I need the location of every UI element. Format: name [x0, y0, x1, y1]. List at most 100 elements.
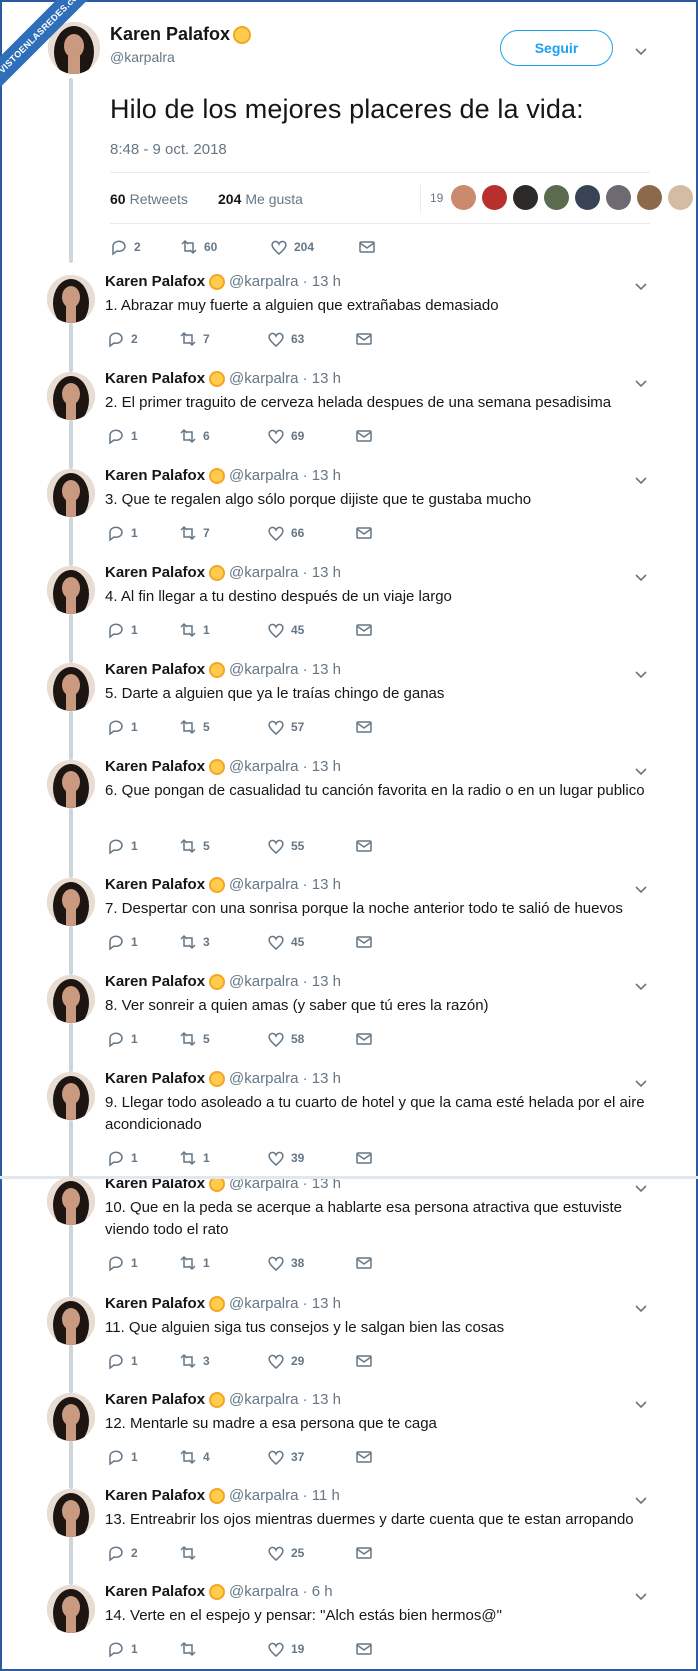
- message-action[interactable]: [358, 238, 376, 256]
- reply-avatar[interactable]: [47, 566, 95, 614]
- reply-author-name[interactable]: Karen Palafox: [105, 564, 205, 581]
- message-action[interactable]: [355, 1640, 373, 1658]
- reply-author-name[interactable]: Karen Palafox: [105, 370, 205, 387]
- author-handle[interactable]: @karpalra: [110, 49, 251, 65]
- reply-avatar[interactable]: [47, 663, 95, 711]
- reply-action[interactable]: 1: [107, 1030, 179, 1048]
- reply-meta[interactable]: @karpalra · 13 h: [229, 758, 341, 775]
- chevron-down-icon[interactable]: [634, 1493, 648, 1507]
- retweet-action[interactable]: 5: [179, 837, 267, 855]
- reply-action[interactable]: 1: [107, 718, 179, 736]
- likes-stat[interactable]: 204 Me gusta: [218, 191, 303, 207]
- liker-avatar[interactable]: [668, 185, 694, 210]
- like-action[interactable]: 57: [267, 718, 355, 736]
- retweet-action[interactable]: 5: [179, 1030, 267, 1048]
- reply-author-name[interactable]: Karen Palafox: [105, 1070, 205, 1087]
- reply-avatar[interactable]: [47, 1072, 95, 1120]
- reply-action[interactable]: 2: [107, 330, 179, 348]
- reply-avatar[interactable]: [47, 469, 95, 517]
- like-action[interactable]: 38: [267, 1254, 355, 1272]
- chevron-down-icon[interactable]: [634, 1076, 648, 1090]
- reply-author-name[interactable]: Karen Palafox: [105, 973, 205, 990]
- reply-avatar[interactable]: [47, 372, 95, 420]
- reply-avatar[interactable]: [47, 1585, 95, 1633]
- reply-action[interactable]: 1: [107, 1149, 179, 1167]
- reply-meta[interactable]: @karpalra · 13 h: [229, 1070, 341, 1087]
- reply-author-name[interactable]: Karen Palafox: [105, 876, 205, 893]
- reply-author-name[interactable]: Karen Palafox: [105, 661, 205, 678]
- liker-avatar[interactable]: [637, 185, 663, 210]
- chevron-down-icon[interactable]: [634, 1589, 648, 1603]
- reply-meta[interactable]: @karpalra · 13 h: [229, 467, 341, 484]
- message-action[interactable]: [355, 1149, 373, 1167]
- like-action[interactable]: 204: [270, 238, 358, 256]
- message-action[interactable]: [355, 427, 373, 445]
- reply-action[interactable]: 1: [107, 837, 179, 855]
- like-action[interactable]: 45: [267, 621, 355, 639]
- chevron-down-icon[interactable]: [634, 882, 648, 896]
- reply-avatar[interactable]: [47, 275, 95, 323]
- retweet-action[interactable]: 5: [179, 718, 267, 736]
- like-action[interactable]: 63: [267, 330, 355, 348]
- reply-meta[interactable]: @karpalra · 13 h: [229, 876, 341, 893]
- retweet-action[interactable]: 4: [179, 1448, 267, 1466]
- chevron-down-icon[interactable]: [634, 570, 648, 584]
- message-action[interactable]: [355, 621, 373, 639]
- retweet-action[interactable]: 3: [179, 1352, 267, 1370]
- like-action[interactable]: 37: [267, 1448, 355, 1466]
- reply-avatar[interactable]: [47, 1489, 95, 1537]
- message-action[interactable]: [355, 1448, 373, 1466]
- liker-avatar[interactable]: [451, 185, 477, 210]
- message-action[interactable]: [355, 1544, 373, 1562]
- message-action[interactable]: [355, 1352, 373, 1370]
- reply-action[interactable]: 1: [107, 621, 179, 639]
- reply-action[interactable]: 2: [110, 238, 180, 256]
- retweet-action[interactable]: 7: [179, 524, 267, 542]
- liker-avatar[interactable]: [544, 185, 570, 210]
- reply-meta[interactable]: @karpalra · 13 h: [229, 564, 341, 581]
- reply-author-name[interactable]: Karen Palafox: [105, 1487, 205, 1504]
- liker-avatar[interactable]: [482, 185, 508, 210]
- reply-avatar[interactable]: [47, 1393, 95, 1441]
- reply-meta[interactable]: @karpalra · 13 h: [229, 273, 341, 290]
- reply-author-name[interactable]: Karen Palafox: [105, 1295, 205, 1312]
- retweet-action[interactable]: 1: [179, 621, 267, 639]
- reply-author-name[interactable]: Karen Palafox: [105, 273, 205, 290]
- chevron-down-icon[interactable]: [634, 279, 648, 293]
- liker-avatar[interactable]: [606, 185, 632, 210]
- chevron-down-icon[interactable]: [634, 667, 648, 681]
- like-action[interactable]: 69: [267, 427, 355, 445]
- reply-meta[interactable]: @karpalra · 6 h: [229, 1583, 333, 1600]
- reply-meta[interactable]: @karpalra · 13 h: [229, 973, 341, 990]
- reply-action[interactable]: 1: [107, 1640, 179, 1658]
- chevron-down-icon[interactable]: [634, 1181, 648, 1195]
- reply-avatar[interactable]: [47, 878, 95, 926]
- message-action[interactable]: [355, 1254, 373, 1272]
- chevron-down-icon[interactable]: [634, 44, 648, 58]
- reply-meta[interactable]: @karpalra · 13 h: [229, 1295, 341, 1312]
- retweets-stat[interactable]: 60 Retweets: [110, 191, 188, 207]
- tweet-datetime[interactable]: 8:48 - 9 oct. 2018: [110, 141, 227, 158]
- like-action[interactable]: 66: [267, 524, 355, 542]
- chevron-down-icon[interactable]: [634, 473, 648, 487]
- reply-author-name[interactable]: Karen Palafox: [105, 758, 205, 775]
- liker-avatar[interactable]: [513, 185, 539, 210]
- reply-action[interactable]: 1: [107, 427, 179, 445]
- message-action[interactable]: [355, 718, 373, 736]
- reply-meta[interactable]: @karpalra · 11 h: [229, 1487, 340, 1504]
- message-action[interactable]: [355, 837, 373, 855]
- chevron-down-icon[interactable]: [634, 376, 648, 390]
- like-action[interactable]: 25: [267, 1544, 355, 1562]
- reply-meta[interactable]: @karpalra · 13 h: [229, 1391, 341, 1408]
- reply-avatar[interactable]: [47, 1177, 95, 1225]
- reply-avatar[interactable]: [47, 975, 95, 1023]
- chevron-down-icon[interactable]: [634, 1397, 648, 1411]
- liker-avatar[interactable]: [575, 185, 601, 210]
- reply-author-name[interactable]: Karen Palafox: [105, 467, 205, 484]
- reply-action[interactable]: 1: [107, 1352, 179, 1370]
- message-action[interactable]: [355, 1030, 373, 1048]
- retweet-action[interactable]: 60: [180, 238, 270, 256]
- like-action[interactable]: 55: [267, 837, 355, 855]
- reply-action[interactable]: 2: [107, 1544, 179, 1562]
- retweet-action[interactable]: 7: [179, 330, 267, 348]
